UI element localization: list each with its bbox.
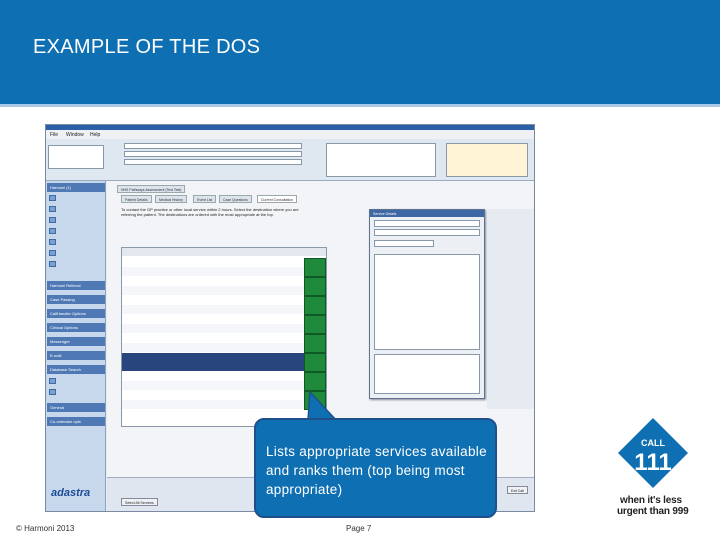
tab-patient-details[interactable]: Patient Details bbox=[121, 195, 152, 203]
grid-header bbox=[122, 248, 326, 256]
service-row[interactable] bbox=[122, 324, 304, 333]
select-service-button[interactable] bbox=[304, 372, 326, 391]
case-icon bbox=[49, 389, 56, 395]
current-location-box bbox=[326, 143, 436, 177]
alerts-box bbox=[446, 143, 528, 177]
sidebar-item[interactable] bbox=[49, 194, 103, 203]
case-icon bbox=[49, 206, 56, 212]
select-all-services-button[interactable]: Select All Services bbox=[121, 498, 158, 506]
sidebar-head-general[interactable]: General bbox=[47, 403, 105, 412]
service-row[interactable] bbox=[122, 305, 304, 314]
phone-field[interactable] bbox=[124, 159, 302, 165]
popup-title: Service Details bbox=[370, 210, 484, 217]
select-service-button[interactable] bbox=[304, 258, 326, 277]
badge-number-text: 111 bbox=[634, 449, 671, 476]
case-icon bbox=[49, 195, 56, 201]
case-icon bbox=[49, 261, 56, 267]
exit-call-button[interactable]: Exit Call bbox=[507, 486, 528, 494]
case-icon bbox=[49, 217, 56, 223]
select-service-button[interactable] bbox=[304, 391, 326, 410]
service-row-selected[interactable] bbox=[122, 353, 304, 362]
service-row[interactable] bbox=[122, 400, 304, 409]
patient-field[interactable] bbox=[124, 151, 302, 157]
sidebar-item[interactable] bbox=[49, 249, 103, 258]
service-row[interactable] bbox=[122, 334, 304, 343]
select-service-button[interactable] bbox=[304, 334, 326, 353]
tab-assessment[interactable]: NHS Pathways Assessment (Test Test) bbox=[117, 185, 186, 193]
select-service-button[interactable] bbox=[304, 277, 326, 296]
services-grid bbox=[121, 247, 327, 427]
sidebar-item[interactable] bbox=[49, 216, 103, 225]
instructions-text: To contact the GP practice or other loca… bbox=[121, 207, 299, 217]
sidebar-item[interactable] bbox=[49, 377, 103, 386]
menu-window[interactable]: Window bbox=[66, 132, 84, 138]
footer-page-number: Page 7 bbox=[346, 524, 372, 533]
case-header-panel bbox=[46, 139, 534, 181]
nhs-111-badge-icon: CALL 111 bbox=[618, 418, 688, 488]
service-row[interactable] bbox=[122, 258, 304, 267]
select-service-button[interactable] bbox=[304, 353, 326, 372]
badge-call-text: CALL bbox=[641, 438, 665, 448]
select-service-button[interactable] bbox=[304, 315, 326, 334]
sidebar-head-email[interactable]: E-mail bbox=[47, 351, 105, 360]
sidebar-item[interactable] bbox=[49, 238, 103, 247]
app-sidebar: Harmoni (1) Harmoni Referral Case Passin… bbox=[46, 181, 106, 511]
contact-field[interactable] bbox=[374, 220, 480, 227]
case-icon bbox=[49, 250, 56, 256]
tab-medical-history[interactable]: Medical History bbox=[155, 195, 187, 203]
sidebar-head-referral[interactable]: Harmoni Referral bbox=[47, 281, 105, 290]
case-icon bbox=[49, 239, 56, 245]
case-icon bbox=[49, 378, 56, 384]
app-menubar: File Window Help bbox=[46, 130, 534, 139]
select-service-button[interactable] bbox=[304, 296, 326, 315]
service-row[interactable] bbox=[122, 277, 304, 286]
badge-tagline-2: urgent than 999 bbox=[617, 506, 689, 517]
sidebar-item[interactable] bbox=[49, 227, 103, 236]
service-row[interactable] bbox=[122, 296, 304, 305]
right-info-panel bbox=[487, 209, 534, 409]
callout-box: Lists appropriate services available and… bbox=[254, 418, 497, 518]
header-divider bbox=[0, 104, 720, 107]
service-row[interactable] bbox=[122, 315, 304, 324]
slide-title: EXAMPLE OF THE DOS bbox=[33, 36, 261, 58]
service-row[interactable] bbox=[122, 372, 304, 381]
sidebar-item[interactable] bbox=[49, 260, 103, 269]
badge-tagline-1: when it's less bbox=[620, 495, 682, 506]
tab-case-questions[interactable]: Case Questions bbox=[219, 195, 252, 203]
sidebar-head-database[interactable]: Database Search bbox=[47, 365, 105, 374]
sidebar-head-callhandler[interactable]: CallHandler Options bbox=[47, 309, 105, 318]
sidebar-head-harmoni[interactable]: Harmoni (1) bbox=[47, 183, 105, 192]
case-icon bbox=[49, 228, 56, 234]
service-row[interactable] bbox=[122, 267, 304, 276]
sidebar-item[interactable] bbox=[49, 388, 103, 397]
menu-help[interactable]: Help bbox=[90, 132, 100, 138]
service-row[interactable] bbox=[122, 286, 304, 295]
notes-box bbox=[374, 254, 480, 350]
phone-number-field[interactable] bbox=[374, 240, 434, 247]
sidebar-item[interactable] bbox=[49, 205, 103, 214]
service-row[interactable] bbox=[122, 391, 304, 400]
tab-event-list[interactable]: Event List bbox=[193, 195, 217, 203]
service-row-selected[interactable] bbox=[122, 362, 304, 371]
slide: EXAMPLE OF THE DOS File Window Help Harm… bbox=[0, 0, 720, 540]
case-field[interactable] bbox=[124, 143, 302, 149]
menu-file[interactable]: File bbox=[50, 132, 58, 138]
address-field[interactable] bbox=[374, 229, 480, 236]
service-row[interactable] bbox=[122, 381, 304, 390]
header-band: EXAMPLE OF THE DOS bbox=[0, 0, 720, 104]
tab-current-consultation[interactable]: Current Consultation bbox=[257, 195, 298, 203]
sidebar-head-messenger[interactable]: Messenger bbox=[47, 337, 105, 346]
service-row[interactable] bbox=[122, 343, 304, 352]
sidebar-head-case-passing[interactable]: Case Passing bbox=[47, 295, 105, 304]
adastra-logo: adastra bbox=[51, 487, 91, 499]
service-details-popup: Service Details bbox=[369, 209, 485, 399]
sidebar-head-coordinator[interactable]: Co-ordinator opts bbox=[47, 417, 105, 426]
logged-in-box bbox=[48, 145, 104, 169]
sidebar-head-clinical[interactable]: Clinical Options bbox=[47, 323, 105, 332]
opening-times-table bbox=[374, 354, 480, 394]
footer-copyright: © Harmoni 2013 bbox=[16, 524, 75, 533]
